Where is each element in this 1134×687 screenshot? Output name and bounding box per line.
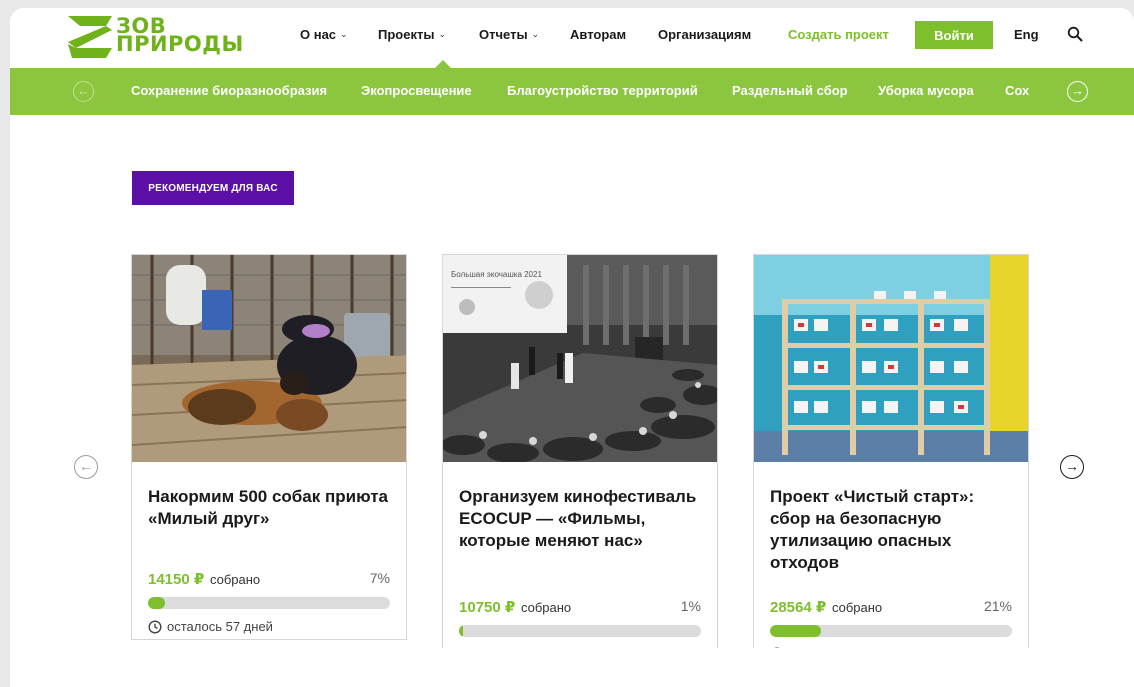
category-item-landscaping[interactable]: Благоустройство территорий [507, 83, 698, 98]
site-logo[interactable]: ЗОВ ПРИРОДЫ [66, 12, 246, 64]
clock-icon [148, 619, 162, 634]
nav-create-project[interactable]: Создать проект [788, 27, 889, 42]
recycling-photo-image [754, 255, 1028, 462]
raised-percent: 1% [680, 598, 701, 614]
raised-label: собрано [520, 600, 572, 615]
raised-amount: 10750 ₽ [459, 599, 516, 616]
carousel-next-button[interactable]: → [1060, 455, 1084, 479]
category-prev-button[interactable]: ← [73, 81, 94, 102]
project-card-2[interactable]: Большая экочашка 2021 Организуем кинофес… [442, 254, 718, 687]
category-item-litter-cleanup[interactable]: Уборка мусора [878, 83, 974, 98]
logo-mark-icon [68, 16, 112, 58]
photo-caption: Большая экочашка 2021 [451, 270, 542, 279]
chevron-down-icon: ⌄ [438, 29, 446, 39]
category-item-eco-education[interactable]: Экопросвещение [361, 83, 472, 98]
category-next-button[interactable]: → [1067, 81, 1088, 102]
progress-bar-fill [770, 625, 821, 637]
project-photo-dog[interactable] [132, 255, 406, 462]
raised-amount: 14150 ₽ [148, 571, 205, 588]
nav-about-label: О нас [300, 27, 337, 42]
progress-bar-fill [148, 597, 165, 609]
logo-wordmark: ЗОВ ПРИРОДЫ [116, 16, 244, 56]
active-menu-indicator [435, 60, 451, 68]
nav-about[interactable]: О нас ⌄ [300, 27, 348, 42]
progress-bar [459, 625, 701, 637]
progress-bar-fill [459, 625, 463, 637]
category-item-biodiversity[interactable]: Сохранение биоразнообразия [131, 83, 327, 98]
nav-create-project-label: Создать проект [788, 27, 889, 42]
category-item-separate-collection[interactable]: Раздельный сбор [732, 83, 848, 98]
project-photo-cinema[interactable]: Большая экочашка 2021 [443, 255, 717, 462]
login-button-label: Войти [934, 27, 974, 43]
project-card-title[interactable]: Проект «Чистый старт»: сбор на безопасну… [770, 486, 1012, 598]
nav-organizations-label: Организациям [658, 27, 752, 42]
nav-reports[interactable]: Отчеты ⌄ [479, 27, 539, 42]
dog-photo-image [132, 255, 406, 462]
recommended-badge: РЕКОМЕНДУЕМ ДЛЯ ВАС [132, 171, 294, 205]
search-icon[interactable] [1067, 26, 1083, 42]
raised-label: собрано [831, 600, 883, 615]
nav-projects[interactable]: Проекты ⌄ [378, 27, 446, 42]
category-bar: ← Сохранение биоразнообразия Экопросвеще… [10, 68, 1134, 115]
recommended-badge-label: РЕКОМЕНДУЕМ ДЛЯ ВАС [148, 182, 278, 194]
nav-authors-label: Авторам [570, 27, 627, 42]
login-button[interactable]: Войти [915, 21, 993, 49]
progress-bar [770, 625, 1012, 637]
logo-line-2: ПРИРОДЫ [116, 32, 244, 56]
nav-authors[interactable]: Авторам [570, 27, 626, 42]
category-item-truncated[interactable]: Сох [1005, 83, 1029, 98]
chevron-down-icon: ⌄ [340, 29, 348, 39]
carousel-prev-button[interactable]: ← [74, 455, 98, 479]
project-card-3[interactable]: Проект «Чистый старт»: сбор на безопасну… [753, 254, 1029, 687]
days-left-label: осталось 57 дней [167, 619, 273, 634]
raised-label: собрано [209, 572, 261, 587]
raised-summary: 10750 ₽ собрано 1% [459, 598, 701, 620]
days-left: осталось 57 дней [148, 619, 390, 634]
nav-organizations[interactable]: Организациям [658, 27, 751, 42]
project-card-title[interactable]: Накормим 500 собак приюта «Милый друг» [148, 486, 390, 570]
language-switch-label: Eng [1014, 27, 1039, 42]
project-photo-recycling[interactable] [754, 255, 1028, 462]
nav-projects-label: Проекты [378, 27, 435, 42]
nav-reports-label: Отчеты [479, 27, 528, 42]
project-card-1[interactable]: Накормим 500 собак приюта «Милый друг» 1… [131, 254, 407, 640]
raised-percent: 7% [369, 570, 390, 586]
project-card-title[interactable]: Организуем кинофестиваль ECOCUP — «Фильм… [459, 486, 701, 598]
raised-summary: 14150 ₽ собрано 7% [148, 570, 390, 592]
raised-percent: 21% [983, 598, 1012, 614]
raised-amount: 28564 ₽ [770, 599, 827, 616]
page: ЗОВ ПРИРОДЫ О нас ⌄ Проекты ⌄ Отчеты ⌄ А… [10, 8, 1134, 687]
language-switch[interactable]: Eng [1014, 27, 1039, 42]
progress-bar [148, 597, 390, 609]
chevron-down-icon: ⌄ [531, 29, 540, 39]
page-bottom-edge [10, 648, 1134, 687]
cinema-photo-image: Большая экочашка 2021 [443, 255, 717, 462]
site-header: ЗОВ ПРИРОДЫ О нас ⌄ Проекты ⌄ Отчеты ⌄ А… [10, 8, 1134, 68]
category-list: Сохранение биоразнообразия Экопросвещени… [131, 68, 1046, 115]
raised-summary: 28564 ₽ собрано 21% [770, 598, 1012, 620]
